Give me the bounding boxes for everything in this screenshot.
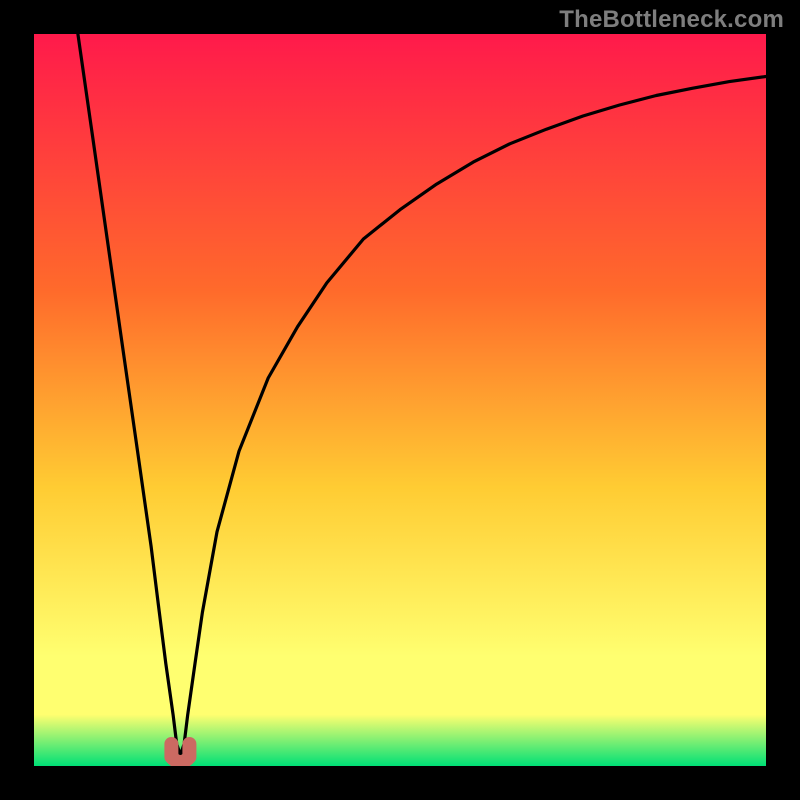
watermark-text: TheBottleneck.com xyxy=(559,6,784,34)
chart-frame: TheBottleneck.com xyxy=(0,0,800,800)
gradient-background xyxy=(34,34,766,766)
plot-area xyxy=(34,34,766,766)
plot-svg xyxy=(34,34,766,766)
